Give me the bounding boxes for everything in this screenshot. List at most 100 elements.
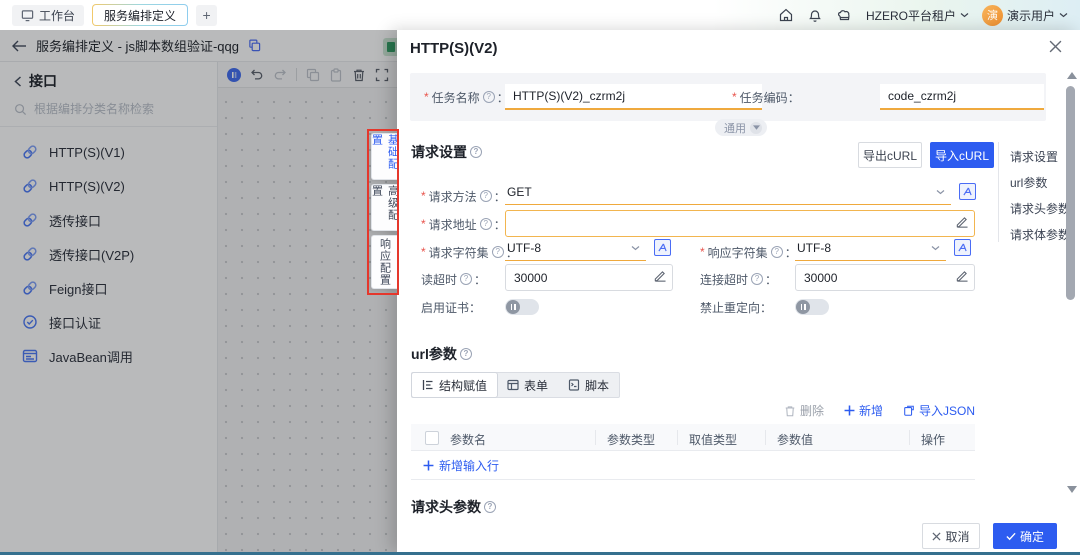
response-charset-select[interactable]: UTF-8 <box>795 236 946 261</box>
tab-service-orchestration-label: 服务编排定义 <box>104 8 177 23</box>
disable-redirect-label: 禁止重定向： <box>700 300 773 315</box>
plus-icon <box>844 405 855 416</box>
request-charset-value: UTF-8 <box>507 241 541 255</box>
scrollbar-thumb[interactable] <box>1066 86 1075 300</box>
user-name: 演示用户 <box>1006 8 1055 23</box>
tab-label: 结构赋值 <box>439 378 488 393</box>
disable-redirect-toggle[interactable] <box>795 299 829 315</box>
close-icon[interactable] <box>1049 40 1062 53</box>
modal-overlay[interactable] <box>0 30 397 552</box>
import-curl-button[interactable]: 导入cURL <box>930 142 994 168</box>
col-actions: 操作 <box>921 433 946 447</box>
drawer-title: HTTP(S)(V2) <box>410 40 498 57</box>
tenant-name: HZERO平台租户 <box>865 8 956 23</box>
url-params-table: 参数名 参数类型 取值类型 参数值 操作 新增输入行 <box>411 424 975 480</box>
tab-response-config[interactable]: 响应配置 <box>371 235 397 289</box>
add-row-button[interactable]: 新增 <box>844 402 883 419</box>
tab-structure-assign[interactable]: 结构赋值 <box>412 373 498 397</box>
delete-rows-button[interactable]: 删除 <box>784 402 824 419</box>
cancel-button[interactable]: 取消 <box>922 523 980 549</box>
import-icon <box>904 405 914 416</box>
help-icon[interactable]: ? <box>751 273 764 285</box>
home-icon[interactable] <box>778 7 794 23</box>
general-collapse-toggle[interactable]: 通用 <box>715 119 767 136</box>
topbar: 工作台 服务编排定义 + HZERO平台租户 演 演示用户 <box>0 0 1080 30</box>
bell-icon[interactable] <box>807 7 823 23</box>
variable-icon[interactable] <box>954 239 971 256</box>
url-params-title: url参数? <box>411 344 474 364</box>
tab-workbench[interactable]: 工作台 <box>12 4 85 26</box>
tab-basic-config[interactable]: 基础配置 <box>371 133 399 180</box>
help-icon[interactable]: ? <box>770 246 783 258</box>
chevron-down-icon <box>931 245 940 251</box>
confirm-button[interactable]: 确定 <box>993 523 1057 549</box>
import-json-button[interactable]: 导入JSON <box>903 402 975 419</box>
tab-form[interactable]: 表单 <box>497 373 558 397</box>
help-icon[interactable]: ? <box>491 246 504 258</box>
close-icon <box>932 531 942 541</box>
help-icon[interactable]: ? <box>470 146 482 158</box>
tab-advanced-config-label: 高级配置 <box>370 185 399 221</box>
avatar: 演 <box>981 4 1003 26</box>
read-timeout-label: 读超时?： <box>421 272 487 287</box>
add-input-row-button[interactable]: 新增输入行 <box>411 451 975 480</box>
help-icon[interactable]: ? <box>459 348 472 360</box>
tab-service-orchestration[interactable]: 服务编排定义 <box>92 4 189 26</box>
read-timeout-input[interactable] <box>505 264 673 291</box>
anchor-url-params[interactable]: url参数 <box>1010 174 1047 191</box>
enable-cert-label: 启用证书： <box>421 300 482 315</box>
chevron-down-icon <box>631 245 640 251</box>
task-code-label: * 任务编码： <box>732 90 800 105</box>
hat-icon[interactable] <box>836 7 853 23</box>
request-url-label: * 请求地址?： <box>421 217 506 232</box>
request-method-label: * 请求方法?： <box>421 189 506 204</box>
tab-workbench-label: 工作台 <box>39 8 76 23</box>
edit-pencil-icon[interactable] <box>955 270 968 283</box>
chevron-down-icon <box>960 13 969 18</box>
structure-icon <box>422 380 433 390</box>
add-tab-button[interactable]: + <box>196 4 218 26</box>
tab-label: 脚本 <box>585 378 610 393</box>
response-charset-value: UTF-8 <box>797 241 831 255</box>
chevron-down-icon <box>936 189 945 195</box>
col-param-type: 参数类型 <box>607 433 656 447</box>
variable-icon[interactable] <box>959 183 976 200</box>
task-code-input[interactable] <box>880 84 1044 110</box>
enable-cert-toggle[interactable] <box>505 299 539 315</box>
chevron-down-icon <box>750 121 762 134</box>
request-url-input[interactable] <box>505 210 975 237</box>
workbench-icon <box>21 9 34 22</box>
export-curl-button[interactable]: 导出cURL <box>858 142 922 168</box>
anchor-body-params[interactable]: 请求体参数 <box>1010 226 1070 243</box>
help-icon[interactable]: ? <box>460 273 473 285</box>
col-value-type: 取值类型 <box>689 433 738 447</box>
task-name-input[interactable] <box>505 84 762 110</box>
scrollbar-up-arrow[interactable] <box>1067 72 1077 79</box>
edit-pencil-icon[interactable] <box>653 270 666 283</box>
help-icon[interactable]: ? <box>482 91 495 103</box>
request-method-value: GET <box>507 185 532 199</box>
anchor-nav-divider <box>998 142 999 242</box>
request-charset-select[interactable]: UTF-8 <box>505 236 646 261</box>
help-icon[interactable]: ? <box>479 218 492 230</box>
scrollbar-down-arrow[interactable] <box>1067 486 1077 493</box>
tab-script[interactable]: 脚本 <box>558 373 619 397</box>
general-label: 通用 <box>724 122 746 135</box>
connect-timeout-label: 连接超时?： <box>700 272 778 287</box>
tab-advanced-config[interactable]: 高级配置 <box>371 184 399 231</box>
user-menu[interactable]: 演 演示用户 <box>981 4 1068 26</box>
help-icon[interactable]: ? <box>479 190 492 202</box>
anchor-request-settings[interactable]: 请求设置 <box>1010 148 1058 165</box>
anchor-header-params[interactable]: 请求头参数 <box>1010 200 1070 217</box>
variable-icon[interactable] <box>654 239 671 256</box>
tenant-switcher[interactable]: HZERO平台租户 <box>866 7 969 24</box>
script-icon <box>568 379 580 391</box>
help-icon[interactable]: ? <box>484 501 496 513</box>
response-charset-label: * 响应字符集?： <box>700 245 797 260</box>
add-input-row-label: 新增输入行 <box>439 458 500 473</box>
plus-icon <box>423 460 434 470</box>
connect-timeout-input[interactable] <box>795 264 975 291</box>
edit-pencil-icon[interactable] <box>955 216 968 229</box>
select-all-checkbox[interactable] <box>425 431 439 445</box>
request-method-select[interactable]: GET <box>505 180 951 205</box>
